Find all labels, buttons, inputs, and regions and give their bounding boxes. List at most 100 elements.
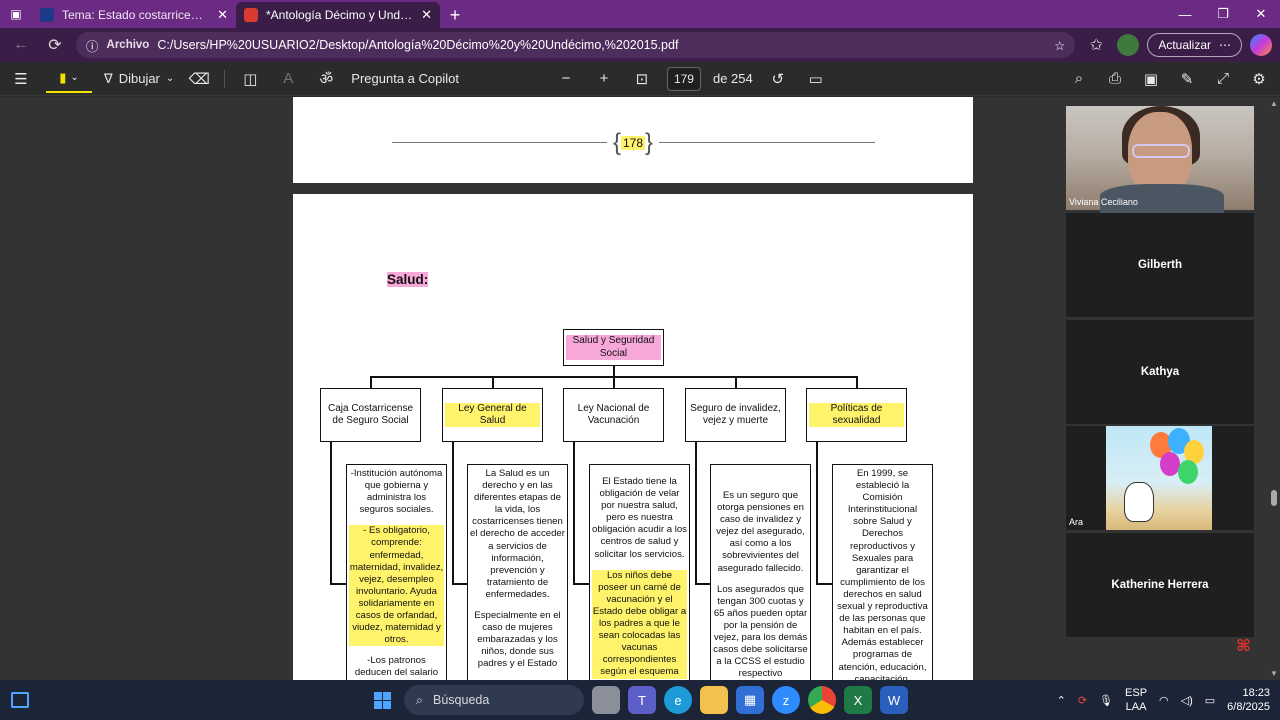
- url-text[interactable]: C:/Users/HP%20USUARIO2/Desktop/Antología…: [157, 38, 1046, 52]
- page-view-icon[interactable]: ▭: [803, 66, 829, 92]
- tab-actions-icon[interactable]: ▣: [0, 0, 32, 28]
- site-favicon-icon: [40, 8, 54, 22]
- detail-text: - Es obligatorio, comprende: enfermedad,…: [349, 525, 444, 647]
- file-explorer-icon[interactable]: [700, 686, 728, 714]
- branch-box-ccss: Caja Costarricense de Seguro Social: [320, 388, 421, 442]
- taskbar-apps: ⌕ Búsqueda T e ▦ z X W: [368, 680, 908, 720]
- scroll-down-icon[interactable]: ▼: [1270, 669, 1278, 678]
- profile-avatar[interactable]: [1117, 34, 1140, 56]
- balloon-shape: [1160, 452, 1180, 476]
- tab-estado-costarricense[interactable]: Tema: Estado costarricense garan ✕: [32, 2, 236, 28]
- chrome-icon[interactable]: [808, 686, 836, 714]
- store-icon[interactable]: ▦: [736, 686, 764, 714]
- balloon-shape: [1178, 460, 1198, 484]
- battery-icon[interactable]: ▭: [1205, 694, 1215, 707]
- fit-page-icon[interactable]: ⊡: [629, 66, 655, 92]
- copilot-icon[interactable]: [1250, 34, 1272, 56]
- branch-title: Ley Nacional de Vacunación: [577, 402, 650, 426]
- branch-box-ley-general: Ley General de Salud: [442, 388, 543, 442]
- rotate-icon[interactable]: ↺: [765, 66, 791, 92]
- branch-title: Seguro de invalidez, vejez y muerte: [690, 402, 781, 426]
- chevron-down-icon[interactable]: ⌄: [166, 73, 174, 84]
- branch-title: Caja Costarricense de Seguro Social: [327, 402, 414, 426]
- start-windows-icon[interactable]: [368, 686, 396, 714]
- pdf-page-178: { 178 }: [293, 97, 973, 183]
- page-number-input[interactable]: 179: [666, 66, 701, 91]
- draw-tool[interactable]: ∇ Dibujar ⌄: [104, 71, 174, 87]
- clock[interactable]: 18:23 6/8/2025: [1227, 686, 1270, 714]
- back-arrow-icon[interactable]: ←: [8, 32, 34, 58]
- favorites-icon[interactable]: ✩: [1083, 32, 1109, 58]
- refresh-icon[interactable]: ⟳: [42, 32, 68, 58]
- tab-antologia-pdf[interactable]: *Antología Décimo y Undécimo, ✕: [236, 2, 440, 28]
- bracket-line: [695, 583, 711, 585]
- branch-title: Políticas de sexualidad: [809, 402, 904, 428]
- participant-tile-camera[interactable]: Viviana Ceciliano: [1066, 106, 1254, 214]
- detail-text: En 1999, se estableció la Comisión Inter…: [837, 468, 928, 680]
- highlight-tool[interactable]: ▮ ⌄: [46, 65, 92, 93]
- profile-picture-snoopy-balloons: [1106, 426, 1212, 530]
- wifi-icon[interactable]: ◠: [1159, 694, 1169, 707]
- update-button[interactable]: Actualizar ⋯: [1147, 33, 1242, 57]
- text-options-icon: A: [283, 70, 294, 87]
- print-icon[interactable]: ⎙: [1102, 66, 1128, 92]
- sync-icon[interactable]: ⟳: [1078, 694, 1087, 707]
- save-as-icon[interactable]: ✎: [1174, 66, 1200, 92]
- scroll-up-icon[interactable]: ▲: [1270, 99, 1278, 108]
- microphone-icon[interactable]: 🎙: [1099, 694, 1113, 707]
- glasses-shape: [1132, 144, 1190, 158]
- eraser-icon[interactable]: ⌫: [186, 66, 212, 92]
- detail-text: -Institución autónoma que gobierna y adm…: [350, 468, 443, 516]
- volume-icon[interactable]: ◁): [1181, 694, 1193, 707]
- view-layout-icon[interactable]: ◫: [237, 66, 263, 92]
- info-icon[interactable]: ⓘ: [86, 36, 99, 55]
- search-label: Búsqueda: [433, 693, 490, 707]
- chevron-down-icon[interactable]: ⌄: [70, 72, 78, 83]
- vertical-scrollbar[interactable]: ▲ ▼: [1268, 97, 1280, 680]
- search-icon[interactable]: ⌕: [1066, 66, 1092, 92]
- participant-tile[interactable]: Gilberth: [1066, 213, 1254, 317]
- favorite-star-icon[interactable]: ☆: [1054, 38, 1065, 53]
- close-tab-icon[interactable]: ✕: [421, 7, 432, 23]
- url-field[interactable]: ⓘ Archivo C:/Users/HP%20USUARIO2/Desktop…: [76, 32, 1076, 58]
- participant-tile[interactable]: Kathya: [1066, 320, 1254, 424]
- root-box: Salud y Seguridad Social: [563, 329, 664, 366]
- minimize-icon[interactable]: —: [1166, 0, 1204, 28]
- read-aloud-icon[interactable]: ॐ: [313, 66, 339, 92]
- settings-gear-icon[interactable]: ⚙: [1246, 66, 1272, 92]
- detail-box-ley-general: La Salud es un derecho y en las diferent…: [467, 464, 568, 680]
- scroll-thumb[interactable]: [1271, 490, 1277, 506]
- taskbar-search[interactable]: ⌕ Búsqueda: [404, 685, 584, 715]
- participant-name: Kathya: [1140, 366, 1180, 378]
- zoom-in-icon[interactable]: +: [591, 66, 617, 92]
- detail-text: La Salud es un derecho y en las diferent…: [470, 468, 565, 600]
- window-controls: — ❐ ✕: [1166, 0, 1280, 28]
- zoom-out-icon[interactable]: −: [553, 66, 579, 92]
- more-options-icon[interactable]: ⋯: [1219, 38, 1231, 52]
- pdf-toolbar: ☰ ▮ ⌄ ∇ Dibujar ⌄ ⌫ ◫ A ॐ Pregunta a Cop…: [0, 62, 1280, 96]
- word-icon[interactable]: W: [880, 686, 908, 714]
- task-view-icon[interactable]: [592, 686, 620, 714]
- acrobat-icon[interactable]: ⌘: [1236, 636, 1256, 655]
- language-indicator[interactable]: ESP LAA: [1125, 686, 1147, 714]
- chevron-up-icon[interactable]: ⌃: [1057, 694, 1066, 707]
- new-tab-button[interactable]: +: [440, 2, 470, 28]
- zoom-icon[interactable]: z: [772, 686, 800, 714]
- maximize-icon[interactable]: ❐: [1204, 0, 1242, 28]
- detail-box-vacunacion: El Estado tiene la obligación de velar p…: [589, 464, 690, 680]
- system-tray: ⌃ ⟳ 🎙 ESP LAA ◠ ◁) ▭ 18:23 6/8/2025: [1057, 680, 1270, 720]
- close-window-icon[interactable]: ✕: [1242, 0, 1280, 28]
- pdf-favicon-icon: [244, 8, 258, 22]
- edge-icon[interactable]: e: [664, 686, 692, 714]
- save-icon[interactable]: ▣: [1138, 66, 1164, 92]
- widgets-icon[interactable]: [0, 680, 40, 720]
- ask-copilot-button[interactable]: Pregunta a Copilot: [351, 71, 459, 86]
- connector-line: [492, 376, 494, 388]
- participant-tile[interactable]: Katherine Herrera: [1066, 533, 1254, 637]
- contents-list-icon[interactable]: ☰: [8, 66, 34, 92]
- excel-icon[interactable]: X: [844, 686, 872, 714]
- fullscreen-icon[interactable]: ⤢: [1210, 66, 1236, 92]
- close-tab-icon[interactable]: ✕: [217, 7, 228, 23]
- participant-tile-image[interactable]: Ara: [1066, 426, 1254, 530]
- teams-icon[interactable]: T: [628, 686, 656, 714]
